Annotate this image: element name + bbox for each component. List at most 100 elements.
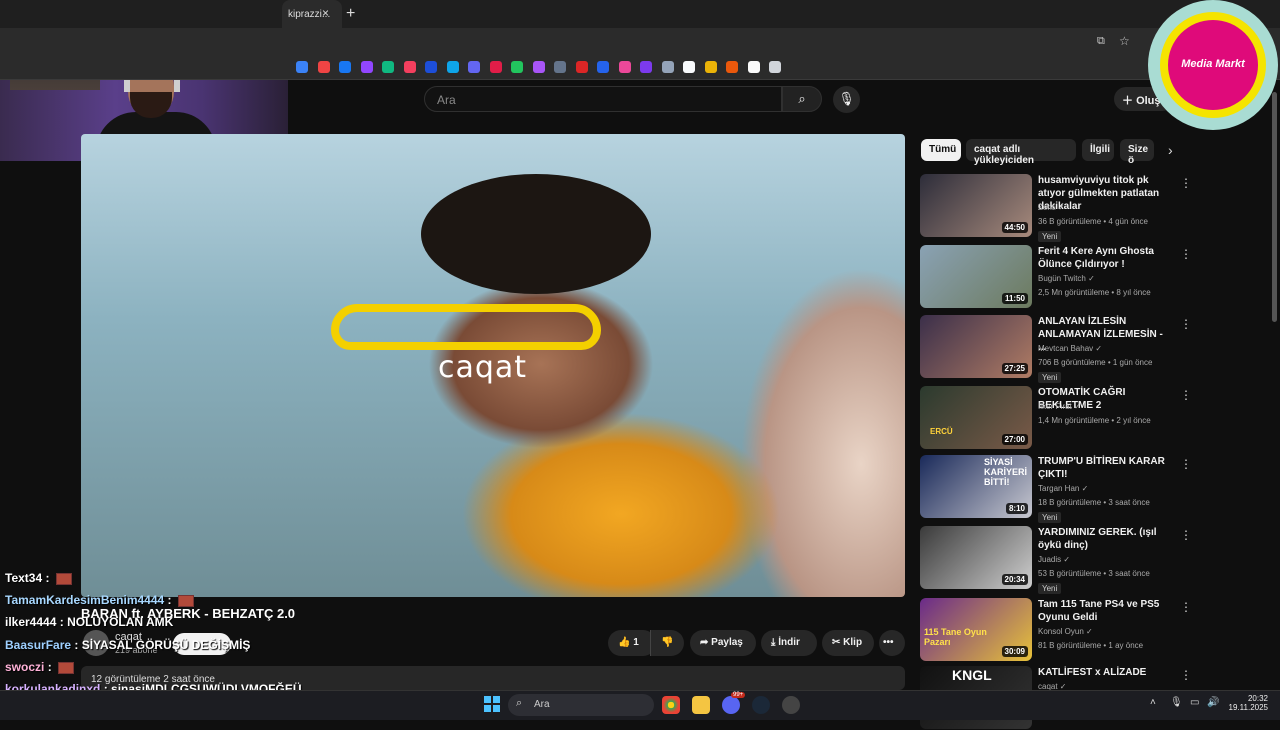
chat-username[interactable]: TamamKardesimBenim4444 — [5, 593, 164, 607]
filter-chip[interactable]: caqat adlı yükleyiciden — [966, 139, 1076, 166]
filter-chip[interactable]: İlgili — [1082, 139, 1114, 161]
bookmark-icon[interactable] — [446, 61, 459, 73]
dislike-button[interactable]: 👎 — [650, 630, 684, 656]
bookmark-icon[interactable] — [468, 61, 480, 73]
more-options-icon[interactable]: ⋮ — [1180, 668, 1192, 682]
browser-tab[interactable]: kiprazzi... — [282, 0, 342, 28]
volume-icon[interactable]: 🔊 — [1207, 697, 1219, 708]
video-thumbnail[interactable]: 27:00 — [920, 386, 1032, 449]
chat-username[interactable]: BaasurFare — [5, 638, 71, 652]
bookmark-icon[interactable] — [661, 61, 674, 73]
more-options-icon[interactable]: ⋮ — [1180, 528, 1192, 542]
search-input[interactable]: Ara — [424, 86, 782, 112]
bookmark-icon[interactable] — [532, 61, 545, 73]
windows-start-icon[interactable] — [484, 696, 500, 712]
related-video-channel[interactable]: Bugün Twitch ✓ — [1038, 274, 1095, 283]
video-thumbnail[interactable]: 27:25 — [920, 315, 1032, 378]
discord-icon[interactable] — [722, 696, 740, 714]
emote-icon — [58, 661, 75, 674]
star-icon[interactable]: ☆ — [1119, 34, 1130, 48]
bookmark-icon[interactable] — [489, 61, 502, 73]
search-icon[interactable]: ⌕ — [782, 86, 822, 112]
bookmark-icon[interactable] — [425, 61, 437, 73]
related-video-item[interactable]: 44:50 husamviyuviyu titok pk atıyor gülme… — [920, 174, 1192, 242]
mic-icon[interactable]: 🎙 — [833, 86, 860, 113]
install-icon[interactable]: ⧉ — [1097, 35, 1105, 48]
bookmark-icon[interactable] — [511, 61, 523, 73]
filter-chip[interactable]: Size ö — [1120, 139, 1154, 166]
related-video-item[interactable]: 27:00 OTOMATİK CAĞRI BEKLETME 2 İlker Fıra… — [920, 386, 1192, 450]
related-video-channel[interactable]: Konsol Oyun ✓ — [1038, 627, 1093, 636]
more-options-icon[interactable]: ⋮ — [1180, 247, 1192, 261]
related-video-item[interactable]: 20:34 YARDIMINIZ GEREK. (ışıl öykü dinç) J… — [920, 526, 1192, 594]
new-tab-icon[interactable]: + — [346, 5, 355, 23]
video-thumbnail[interactable]: 44:50 — [920, 174, 1032, 237]
related-video-channel[interactable]: Mevtcan Bahav ✓ — [1038, 344, 1102, 353]
video-thumbnail[interactable]: 11:50 — [920, 245, 1032, 308]
bookmark-icon[interactable] — [360, 61, 373, 73]
related-video-channel[interactable]: İlker Fırat ✓ — [1038, 402, 1081, 411]
bookmark-icon[interactable] — [296, 61, 308, 73]
more-actions-button[interactable]: ••• — [879, 630, 905, 656]
download-button[interactable]: ⤓ İndir — [761, 630, 817, 656]
bookmark-icon[interactable] — [554, 61, 566, 73]
thumbs-down-icon: 👎 — [661, 637, 674, 648]
folder-icon[interactable] — [692, 696, 710, 714]
chat-username[interactable]: swoczi — [5, 660, 44, 674]
share-button[interactable]: ➦ Paylaş — [690, 630, 756, 656]
bookmark-icon[interactable] — [575, 61, 588, 73]
notification-badge: 99+ — [731, 692, 746, 698]
mic-icon[interactable]: 🎙 — [1170, 697, 1183, 708]
bookmark-icon[interactable] — [747, 61, 760, 73]
related-video-channel[interactable]: Juadis ✓ — [1038, 555, 1070, 564]
taskbar-search[interactable]: Ara — [508, 694, 654, 716]
taskbar-clock[interactable]: 20:32 19.11.2025 — [1228, 694, 1268, 712]
chat-username[interactable]: ilker4444 — [5, 615, 56, 629]
related-video-item[interactable]: 11:50 Ferit 4 Kere Aynı Ghosta Ölünce Çıl… — [920, 245, 1192, 309]
filter-chip[interactable]: Tümü — [921, 139, 961, 161]
network-icon[interactable]: ▭ — [1190, 697, 1199, 708]
related-video-channel[interactable]: Zenti ✓ — [1038, 203, 1065, 212]
chat-text: NOLUYOLAN AMK — [67, 615, 174, 629]
more-options-icon[interactable]: ⋮ — [1180, 388, 1192, 402]
bookmark-icon[interactable] — [726, 61, 738, 73]
related-video-title[interactable]: KATLİFEST x ALİZADE — [1038, 666, 1173, 679]
bookmark-icon[interactable] — [339, 61, 351, 73]
win-tile — [493, 705, 500, 712]
download-icon: ⤓ — [771, 637, 776, 648]
clip-button[interactable]: ✂ Klip — [822, 630, 874, 656]
related-video-title[interactable]: TRUMP'U BİTİREN KARAR ÇIKTI! — [1038, 455, 1173, 481]
bookmark-icon[interactable] — [769, 61, 781, 73]
video-duration: 30:09 — [1001, 646, 1028, 657]
related-video-item[interactable]: 27:25 ANLAYAN İZLESİN ANLAMAYAN İZLEMESİN… — [920, 315, 1192, 383]
bookmark-icon[interactable] — [597, 61, 609, 73]
related-video-title[interactable]: Tam 115 Tane PS4 ve PS5 Oyunu Geldi — [1038, 598, 1173, 624]
bookmark-icon[interactable] — [618, 61, 631, 73]
related-video-title[interactable]: YARDIMINIZ GEREK. (ışıl öykü dinç) — [1038, 526, 1173, 552]
app-icon[interactable] — [782, 696, 800, 714]
more-options-icon[interactable]: ⋮ — [1180, 600, 1192, 614]
bookmark-icon[interactable] — [317, 61, 330, 73]
address-bar[interactable]: ⧉ ☆ — [0, 28, 1280, 54]
chevron-right-icon[interactable]: › — [1168, 142, 1173, 158]
scrollbar[interactable] — [1272, 92, 1277, 322]
chat-username[interactable]: Text34 — [5, 571, 42, 585]
like-button[interactable]: 👍 1 — [608, 630, 656, 656]
chevron-up-icon[interactable]: ˄ — [1150, 697, 1156, 708]
steam-icon[interactable] — [752, 696, 770, 714]
bookmark-icon[interactable] — [403, 61, 416, 73]
bookmark-icon[interactable] — [640, 61, 652, 73]
bookmark-icon[interactable] — [704, 61, 717, 73]
related-video-title[interactable]: Ferit 4 Kere Aynı Ghosta Ölünce Çıldırıy… — [1038, 245, 1173, 271]
chat-text: SİYASAL GÖRÜŞÜ DEĞİŞMİŞ — [81, 638, 251, 652]
video-thumbnail[interactable]: 20:34 — [920, 526, 1032, 589]
more-options-icon[interactable]: ⋮ — [1180, 176, 1192, 190]
bookmark-icon[interactable] — [382, 61, 394, 73]
chrome-icon[interactable] — [662, 696, 680, 714]
chat-message: BaasurFare : SİYASAL GÖRÜŞÜ DEĞİŞMİŞ — [5, 638, 250, 652]
more-options-icon[interactable]: ⋮ — [1180, 457, 1192, 471]
close-tab-icon[interactable]: × — [322, 6, 329, 20]
video-duration: 27:25 — [1001, 363, 1028, 374]
more-options-icon[interactable]: ⋮ — [1180, 317, 1192, 331]
bookmark-icon[interactable] — [683, 61, 695, 73]
